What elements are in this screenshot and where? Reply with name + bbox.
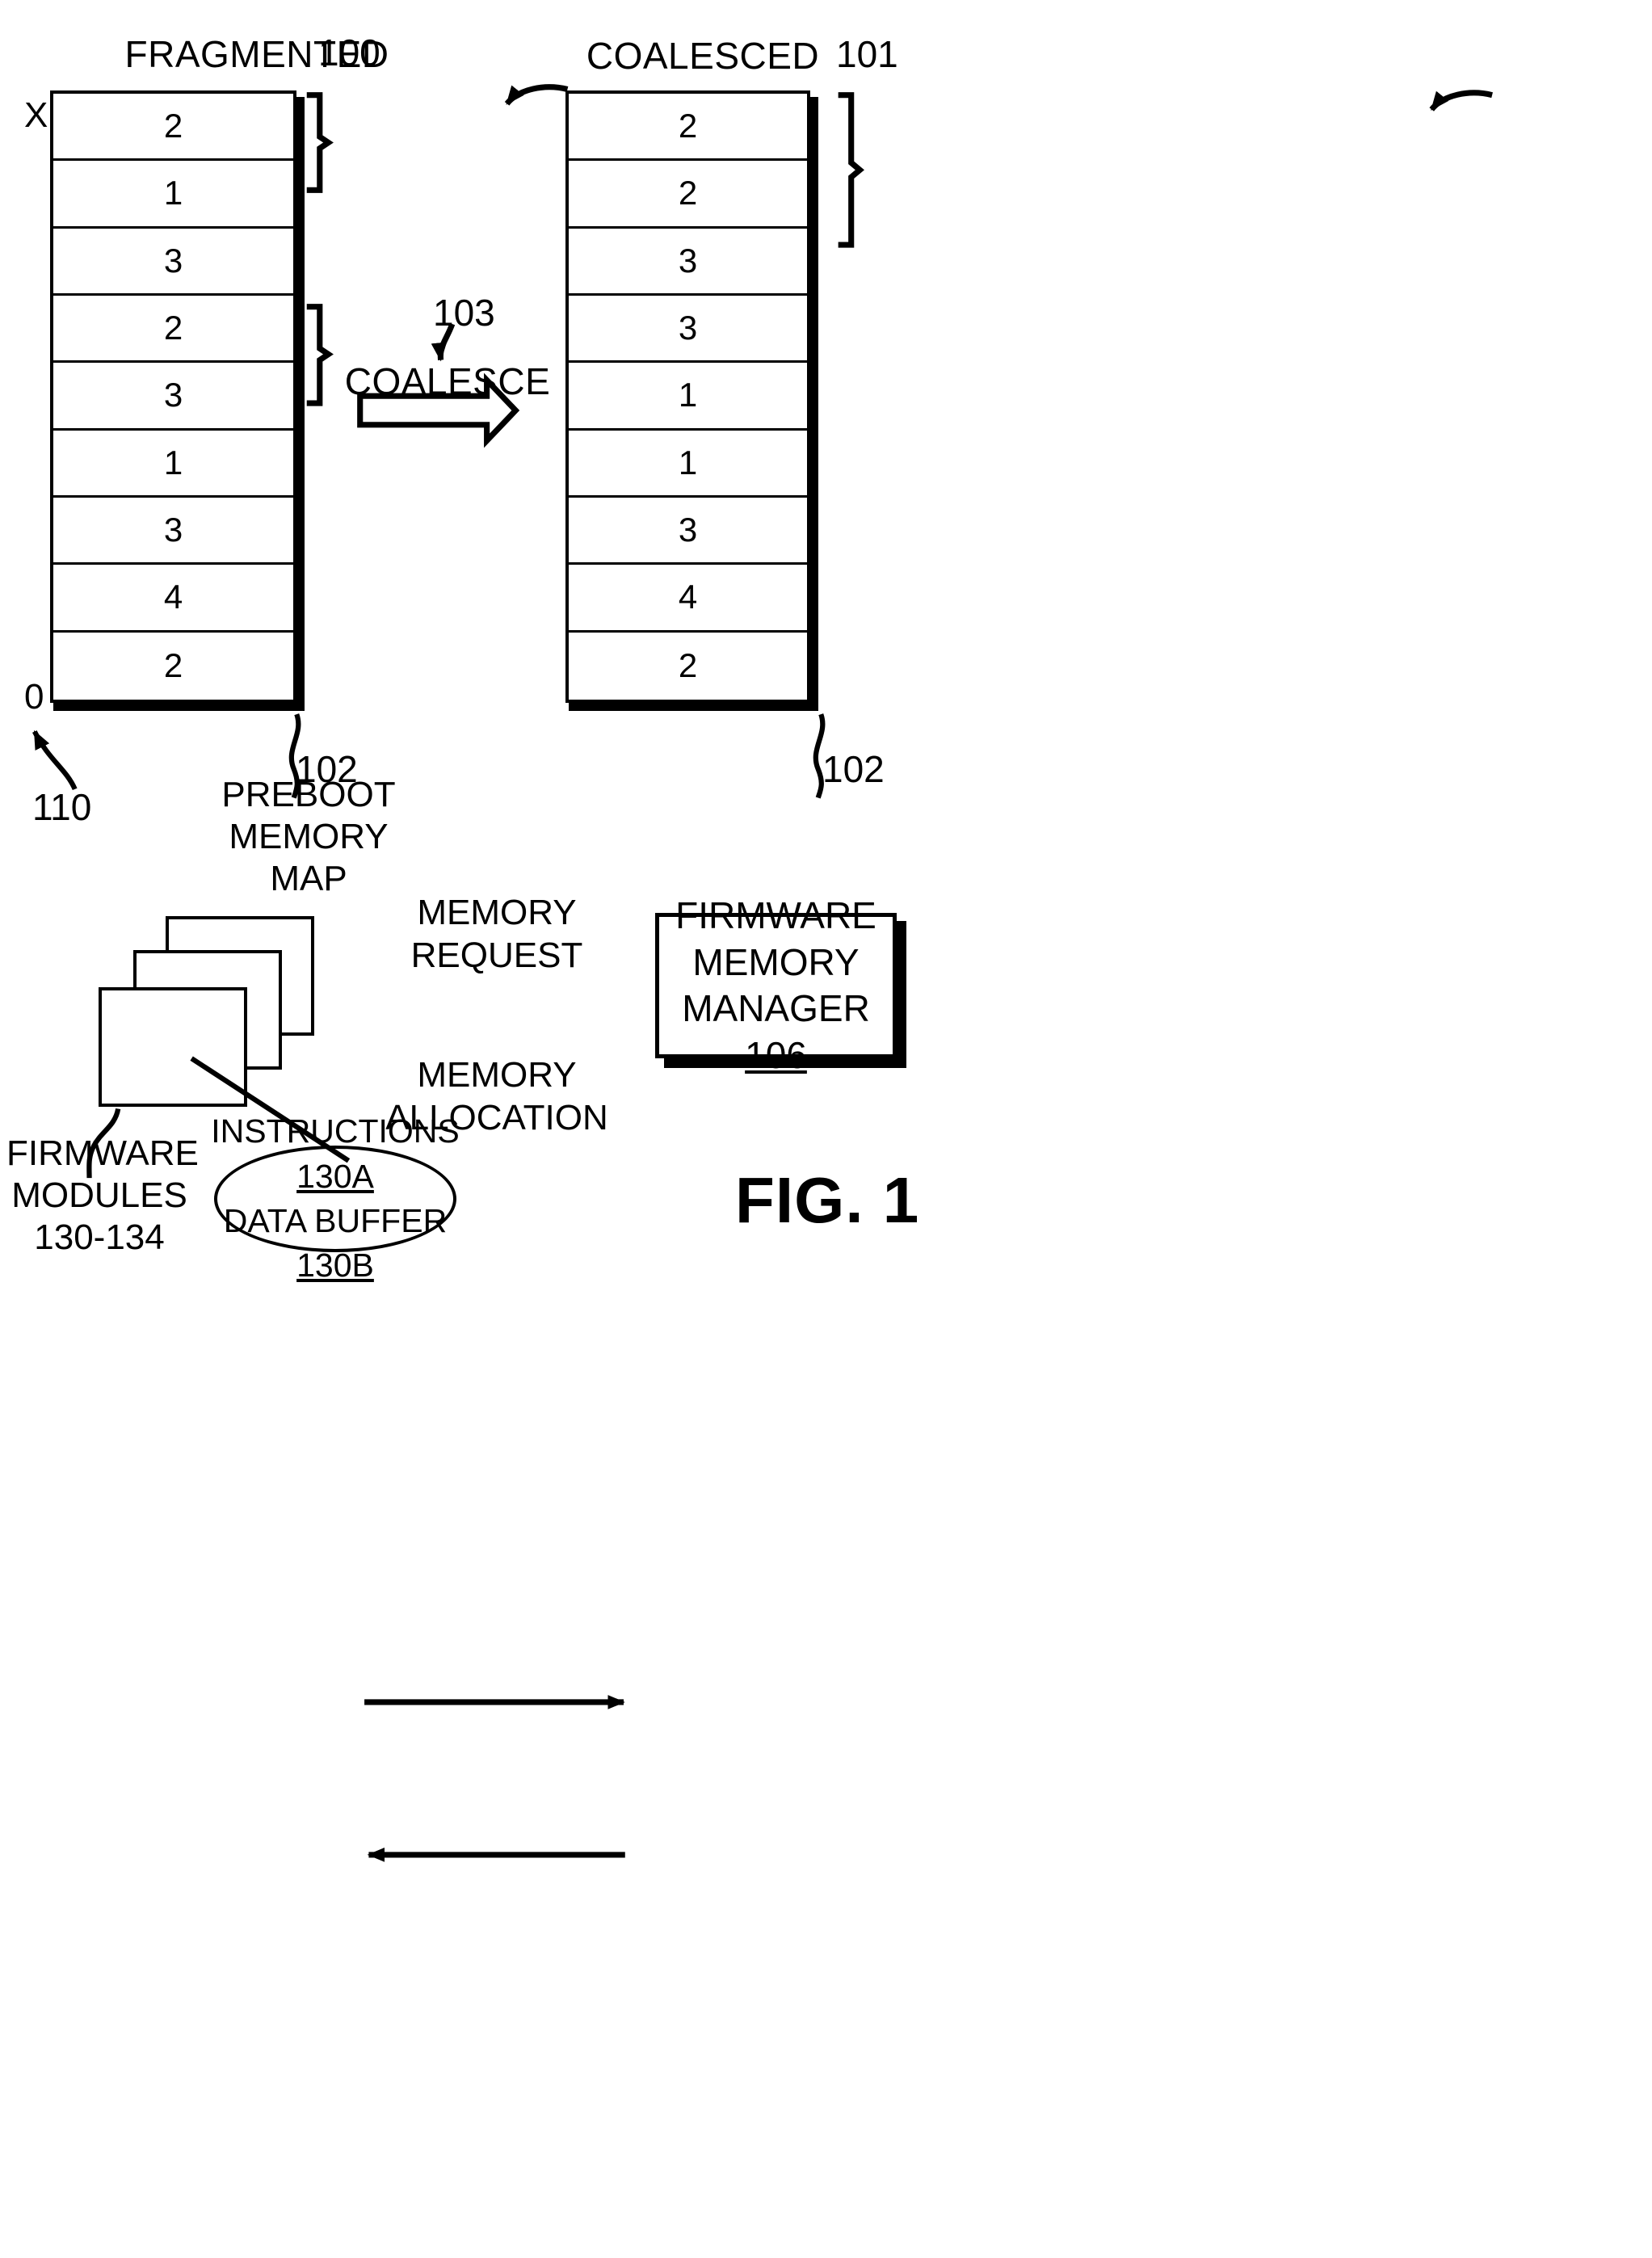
coalesced-map-cell-4: 1 bbox=[569, 363, 807, 431]
coalesced-map-cell-6: 3 bbox=[569, 498, 807, 566]
fragmented-map-cell-7: 4 bbox=[53, 565, 293, 633]
coalesced-map-cell-3: 3 bbox=[569, 296, 807, 364]
coalesced-map-cell-value: 3 bbox=[678, 241, 698, 280]
callout-line-instructions: INSTRUCTIONS 130A bbox=[211, 1109, 460, 1199]
fragmented-map-cell-value: 2 bbox=[163, 646, 183, 685]
fragmented-map-cell-5: 1 bbox=[53, 431, 293, 498]
left-memory-map: 2 1 3 2 3 1 3 4 2 bbox=[50, 90, 296, 703]
memory-request-label: MEMORY REQUEST bbox=[364, 892, 630, 978]
bracket-122 bbox=[838, 92, 864, 248]
fragmented-map-cell-6: 3 bbox=[53, 498, 293, 566]
coalesced-map-cell-value: 3 bbox=[678, 511, 698, 549]
caption-line: MEMORY bbox=[417, 893, 577, 932]
left-map-ref-110: 110 bbox=[32, 786, 92, 828]
coalesced-map-cell-0: 2 bbox=[569, 94, 807, 162]
fragmented-map-cell-8: 2 bbox=[53, 633, 293, 700]
instructions-data-buffer-callout: INSTRUCTIONS 130A DATA BUFFER 130B bbox=[211, 1112, 460, 1284]
caption-line: 130-134 bbox=[34, 1217, 165, 1257]
left-map-top-tick: X bbox=[24, 95, 48, 135]
fragmented-map-cell-value: 1 bbox=[163, 443, 183, 481]
fragmented-map-cell-value: 2 bbox=[163, 309, 183, 347]
coalesced-map-cell-value: 1 bbox=[678, 376, 698, 414]
fragmented-map-cell-0: 2 bbox=[53, 94, 293, 162]
caption-line: MODULES bbox=[11, 1175, 187, 1215]
leader-arrow-110 bbox=[32, 730, 78, 791]
transform-ref-103: 103 bbox=[433, 292, 495, 334]
left-map-bottom-tick: 0 bbox=[24, 677, 44, 717]
fragmented-map-cell-value: 2 bbox=[163, 107, 183, 145]
coalesced-map-cell-value: 2 bbox=[678, 107, 698, 145]
coalesced-map-cell-7: 4 bbox=[569, 565, 807, 633]
fmm-ref-106: 106 bbox=[745, 1033, 807, 1076]
callout-line-data-buffer: DATA BUFFER 130B bbox=[217, 1199, 453, 1289]
left-map-ref-100: 100 bbox=[318, 32, 380, 74]
caption-line: PREBOOT MEMORY bbox=[221, 775, 396, 856]
preboot-memory-map-caption: PREBOOT MEMORY MAP bbox=[179, 774, 438, 900]
callout-data-buffer-ref: 130B bbox=[296, 1247, 374, 1285]
firmware-modules-caption: FIRMWARE MODULES 130-134 bbox=[6, 1133, 199, 1259]
firmware-memory-manager-box: FIRMWARE MEMORY MANAGER 106 bbox=[655, 894, 897, 1076]
fragmented-map-cell-value: 3 bbox=[163, 511, 183, 549]
fragmented-map-cell-value: 3 bbox=[163, 241, 183, 280]
fragmented-map-cell-value: 3 bbox=[163, 376, 183, 414]
figure-canvas: FRAGMENTED 100 X 0 213231342 COALESCED 1… bbox=[0, 0, 1652, 2258]
caption-line: FIRMWARE bbox=[6, 1133, 199, 1173]
bracket-121 bbox=[306, 304, 334, 406]
coalesced-map-cell-value: 3 bbox=[678, 309, 698, 347]
bracket-120 bbox=[306, 92, 334, 193]
fragmented-map-cell-value: 1 bbox=[163, 174, 183, 212]
coalesced-map-cell-2: 3 bbox=[569, 229, 807, 296]
firmware-module-box-front bbox=[99, 987, 247, 1107]
coalesced-map-cell-5: 1 bbox=[569, 431, 807, 498]
fragmented-map-cell-2: 3 bbox=[53, 229, 293, 296]
caption-line: REQUEST bbox=[410, 935, 583, 975]
coalesced-map-cell-value: 4 bbox=[678, 578, 698, 616]
fragmented-map-cell-1: 1 bbox=[53, 161, 293, 229]
right-map-bottom-ref-102: 102 bbox=[822, 748, 885, 790]
right-map-title: COALESCED bbox=[586, 35, 820, 77]
fragmented-map-cell-value: 4 bbox=[163, 578, 183, 616]
coalesced-map-cell-8: 2 bbox=[569, 633, 807, 700]
leader-arrow-100 bbox=[504, 84, 569, 106]
right-map-ref-101: 101 bbox=[836, 33, 898, 75]
callout-instructions-ref: 130A bbox=[296, 1157, 374, 1195]
caption-line: MEMORY bbox=[417, 1055, 577, 1095]
coalesced-map-cell-value: 1 bbox=[678, 443, 698, 481]
coalesced-map-cell-1: 2 bbox=[569, 161, 807, 229]
callout-data-buffer-text: DATA BUFFER bbox=[223, 1202, 448, 1239]
callout-instructions-text: INSTRUCTIONS bbox=[211, 1112, 460, 1150]
figure-label: FIG. 1 bbox=[735, 1164, 920, 1236]
fmm-line-2: MEMORY MANAGER bbox=[682, 940, 870, 1030]
coalesced-map-cell-value: 2 bbox=[678, 646, 698, 685]
right-memory-map: 2 2 3 3 1 1 3 4 2 bbox=[565, 90, 810, 703]
leader-arrow-101 bbox=[1429, 90, 1493, 111]
coalesced-map-cell-value: 2 bbox=[678, 174, 698, 212]
fragmented-map-cell-4: 3 bbox=[53, 363, 293, 431]
coalesce-label: COALESCE bbox=[344, 360, 551, 402]
fragmented-map-cell-3: 2 bbox=[53, 296, 293, 364]
fmm-line-1: FIRMWARE bbox=[675, 894, 876, 936]
